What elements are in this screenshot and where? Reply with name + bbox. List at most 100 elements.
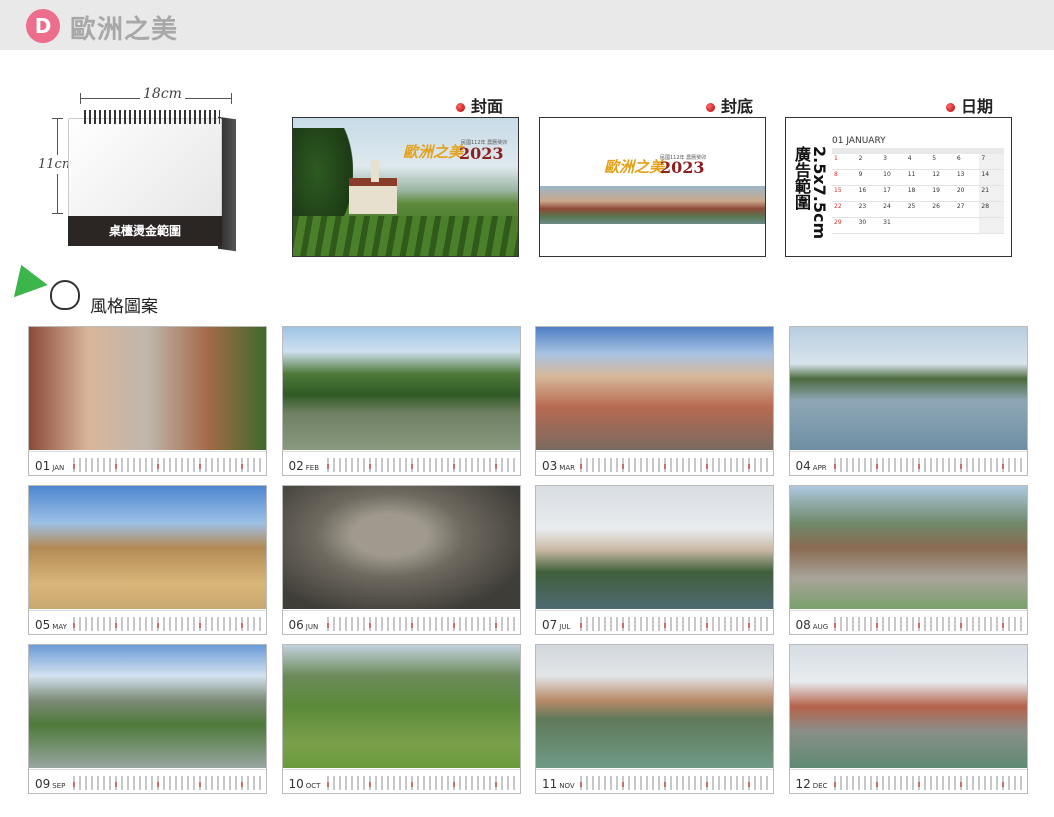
page-title: 歐洲之美 (70, 15, 179, 45)
date-cell: 29 (832, 218, 857, 234)
date-cell: 23 (856, 202, 882, 218)
month-weekend-marks (73, 623, 263, 628)
month-number: 06 JUN (288, 618, 319, 632)
date-page-label: 日期 (946, 93, 993, 117)
month-calendar-strip: 04 APR (789, 451, 1027, 475)
date-cell: 16 (856, 186, 882, 202)
date-page-preview[interactable]: 2.5x7.5cm 廣告範圍 01 JANUARY 1 2 3 4 5 6 7 8 9 10 11 1… (785, 117, 1012, 257)
date-cell: 13 (954, 170, 980, 186)
month-photo (29, 486, 266, 609)
width-dimension-label: 18cm (140, 86, 185, 102)
month-photo (789, 327, 1027, 450)
date-cell: 11 (905, 170, 931, 186)
month-weekend-marks (73, 464, 263, 469)
bullet-dot-icon (706, 103, 715, 112)
date-cell: 5 (930, 154, 955, 170)
month-photo (536, 327, 773, 450)
month-tile[interactable]: 04 APR (788, 326, 1028, 476)
month-calendar-strip: 02 FEB (282, 451, 520, 475)
bullet-dot-icon (456, 103, 465, 112)
date-page-grid: 1 2 3 4 5 6 7 8 9 10 11 12 13 14 15 16 17 18 19 20 21 22 23 24 2… (832, 148, 1004, 244)
style-section-title: 風格圖案 (90, 297, 158, 317)
date-cell: 1 (832, 154, 857, 170)
month-tile[interactable]: 08 AUG (788, 485, 1028, 635)
month-photo (282, 327, 520, 450)
date-cell: 2 (856, 154, 882, 170)
month-abbr: SEP (52, 782, 66, 790)
spiral-binding (84, 110, 220, 124)
month-weekend-marks (580, 782, 770, 787)
date-cell: 24 (881, 202, 906, 218)
month-number: 10 OCT (288, 777, 321, 791)
style-triangle-icon (4, 258, 48, 298)
month-abbr: JUN (305, 623, 319, 631)
cover-preview[interactable]: 民國112年 農曆癸卯 歐洲之美 2023 (292, 117, 519, 257)
month-abbr: JUL (559, 623, 571, 631)
date-cell: 6 (954, 154, 980, 170)
month-number: 11 NOV (542, 777, 575, 791)
ad-area-label: 2.5x7.5cm 廣告範圍 (792, 146, 829, 240)
month-number: 01 JAN (35, 459, 65, 473)
month-abbr: NOV (559, 782, 575, 790)
girl-face-icon (50, 280, 80, 310)
bullet-dot-icon (946, 103, 955, 112)
month-calendar-strip: 03 MAR (536, 451, 773, 475)
date-cell: 25 (905, 202, 931, 218)
month-number: 03 MAR (542, 459, 575, 473)
back-cover-label: 封底 (706, 93, 753, 117)
month-tile[interactable]: 09 SEP (28, 644, 267, 794)
date-cell: 31 (881, 218, 906, 234)
date-cell: 8 (832, 170, 857, 186)
cover-photo-tower (371, 160, 379, 182)
month-calendar-strip: 12 DEC (789, 769, 1027, 793)
date-cell (905, 218, 931, 234)
month-photo (536, 486, 773, 609)
month-calendar-strip: 06 JUN (282, 610, 520, 634)
month-tile[interactable]: 12 DEC (788, 644, 1028, 794)
month-number: 07 JUL (542, 618, 571, 632)
month-photo (789, 645, 1027, 768)
month-tile[interactable]: 05 MAY (28, 485, 267, 635)
cover-label: 封面 (456, 93, 503, 117)
date-cell: 30 (856, 218, 882, 234)
month-weekend-marks (326, 464, 517, 469)
date-cell: 14 (979, 170, 1004, 186)
date-cell: 12 (930, 170, 955, 186)
month-weekend-marks (580, 464, 770, 469)
month-tile[interactable]: 07 JUL (535, 485, 774, 635)
date-cell: 17 (881, 186, 906, 202)
month-abbr: DEC (812, 782, 828, 790)
month-weekend-marks (73, 782, 263, 787)
month-number: 04 APR (795, 459, 827, 473)
date-cell: 27 (954, 202, 980, 218)
cover-brand-year: 2023 (459, 144, 504, 163)
month-calendar-strip: 09 SEP (29, 769, 266, 793)
date-cell: 18 (905, 186, 931, 202)
date-page-calendar: 01 JANUARY 1 2 3 4 5 6 7 8 9 10 11 12 13 14 15 16 17 18 19… (832, 136, 1004, 246)
date-cell (930, 218, 955, 234)
back-cover-photo-strip (540, 186, 765, 224)
month-weekend-marks (580, 623, 770, 628)
month-abbr: FEB (305, 464, 320, 472)
month-abbr: MAR (559, 464, 575, 472)
month-photo (29, 645, 266, 768)
date-cell: 28 (979, 202, 1004, 218)
month-photo (282, 486, 520, 609)
date-cell: 19 (930, 186, 955, 202)
month-tile[interactable]: 06 JUN (281, 485, 521, 635)
month-number: 09 SEP (35, 777, 66, 791)
month-tile[interactable]: 02 FEB (281, 326, 521, 476)
month-tile[interactable]: 03 MAR (535, 326, 774, 476)
month-tile[interactable]: 01 JAN (28, 326, 267, 476)
month-calendar-strip: 07 JUL (536, 610, 773, 634)
back-cover-preview[interactable]: 民國112年 農曆癸卯 歐洲之美 2023 (539, 117, 766, 257)
month-tile[interactable]: 11 NOV (535, 644, 774, 794)
month-number: 02 FEB (288, 459, 320, 473)
date-page-month: 01 JANUARY (832, 136, 886, 146)
header-bar: D 歐洲之美 (0, 0, 1054, 50)
month-calendar-strip: 08 AUG (789, 610, 1027, 634)
month-abbr: OCT (305, 782, 321, 790)
month-tile[interactable]: 10 OCT (281, 644, 521, 794)
date-cell: 20 (954, 186, 980, 202)
section-badge: D (26, 9, 60, 43)
